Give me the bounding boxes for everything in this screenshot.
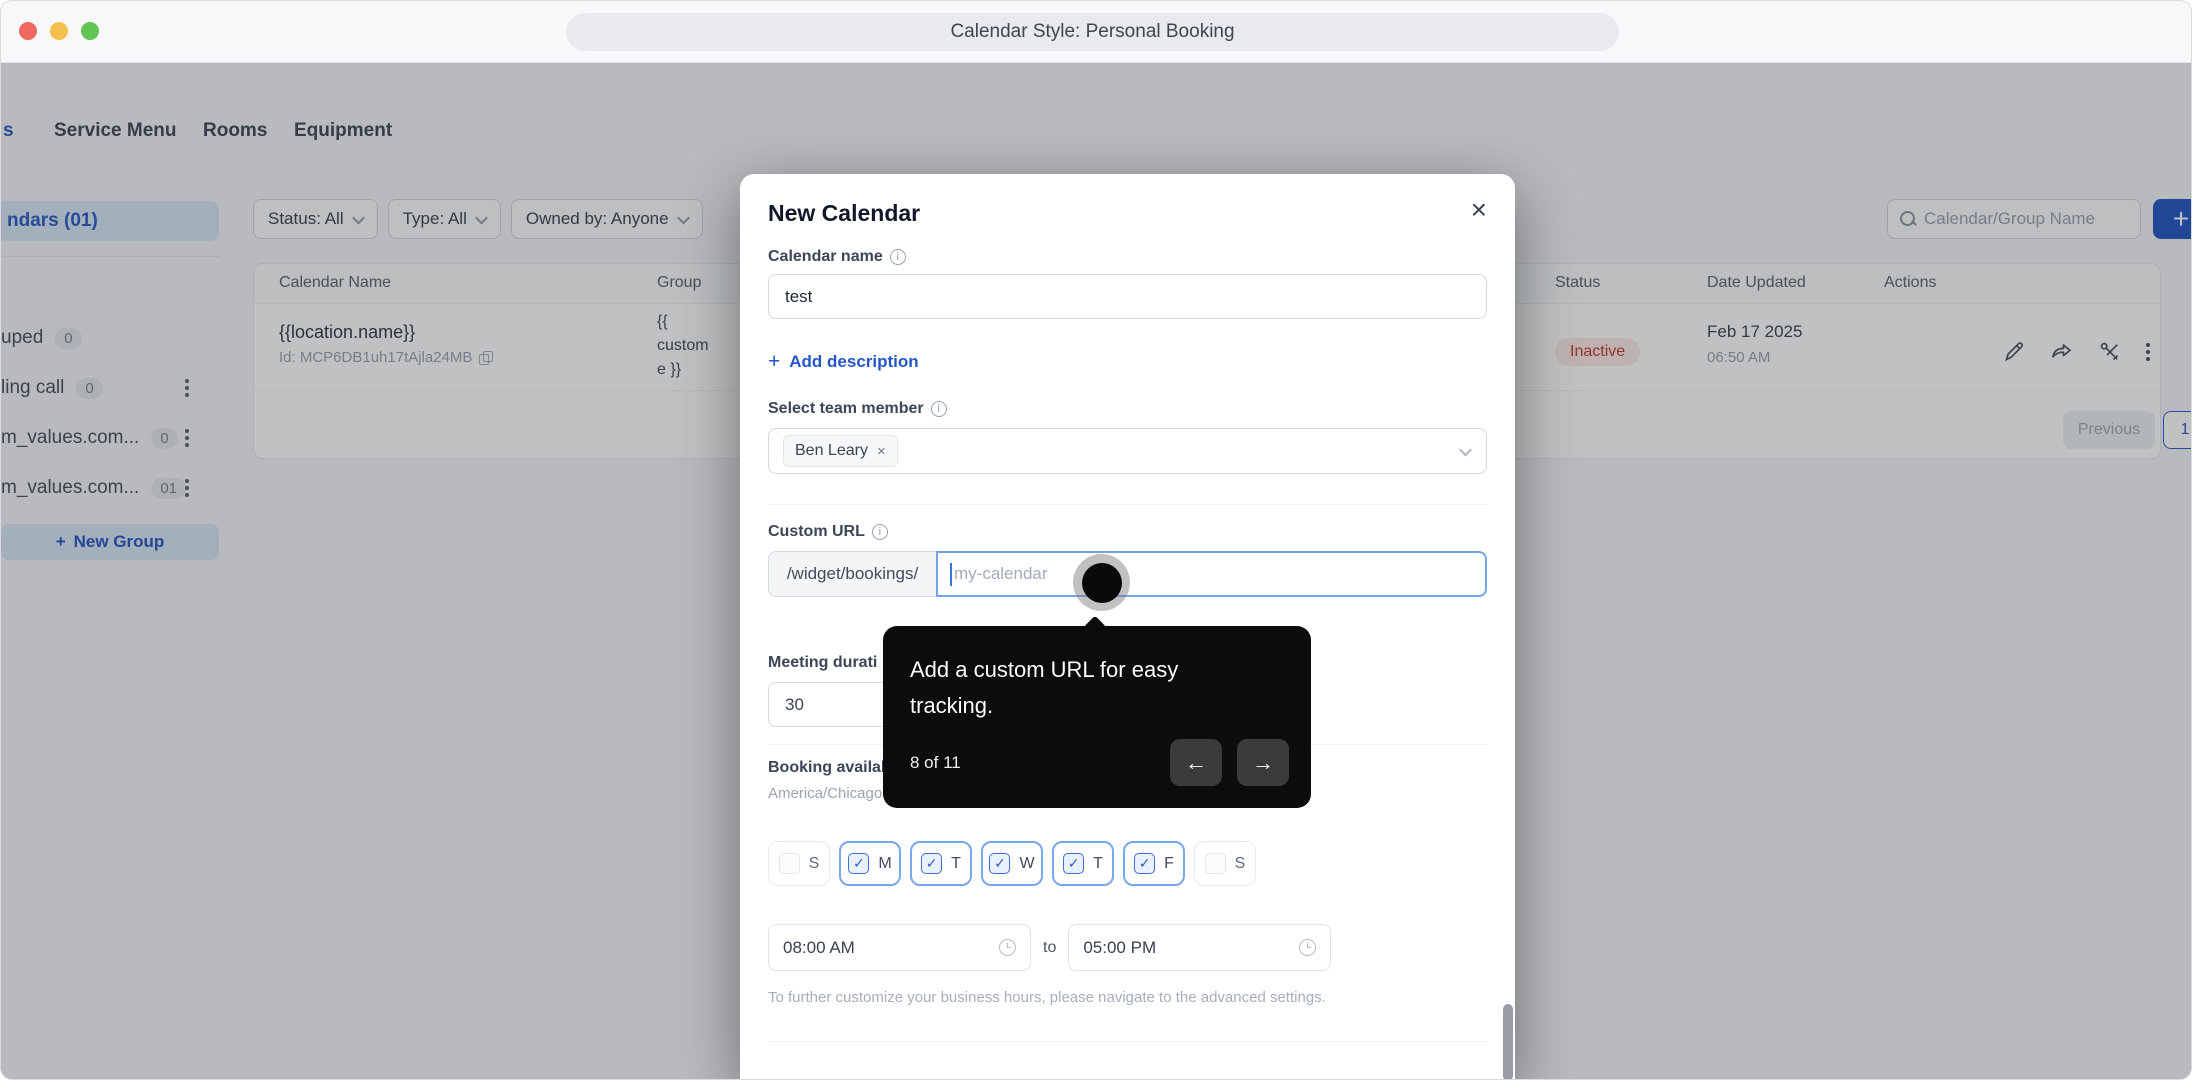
- day-checkbox-thursday[interactable]: ✓T: [1052, 841, 1114, 886]
- tour-text: Add a custom URL for easy tracking.: [910, 652, 1240, 724]
- day-checkbox-friday[interactable]: ✓F: [1123, 841, 1185, 886]
- start-time-input[interactable]: 08:00 AM: [768, 924, 1031, 971]
- maximize-window-button[interactable]: [81, 22, 99, 40]
- calendar-name-input[interactable]: [768, 274, 1487, 319]
- chevron-down-icon: [1459, 443, 1472, 456]
- tour-back-button[interactable]: ←: [1170, 739, 1222, 786]
- checkbox-icon: ✓: [779, 853, 800, 874]
- tour-tooltip: Add a custom URL for easy tracking. 8 of…: [883, 626, 1311, 808]
- end-time-input[interactable]: 05:00 PM: [1068, 924, 1331, 971]
- tour-next-button[interactable]: →: [1237, 739, 1289, 786]
- team-member-select[interactable]: Ben Leary ×: [768, 428, 1487, 474]
- info-icon: i: [872, 524, 888, 540]
- url-placeholder: my-calendar: [954, 564, 1048, 584]
- timezone-label: America/Chicago: [768, 785, 882, 802]
- clock-icon: [1299, 939, 1316, 956]
- minimize-window-button[interactable]: [50, 22, 68, 40]
- tour-beacon[interactable]: [1073, 554, 1130, 611]
- arrow-right-icon: →: [1252, 750, 1274, 776]
- plus-icon: +: [768, 350, 780, 374]
- app-window: Calendar Style: Personal Booking s Servi…: [0, 0, 2192, 1080]
- footer-divider: [768, 1041, 1487, 1042]
- tour-beacon-dot: [1082, 563, 1122, 603]
- info-icon: i: [931, 401, 947, 417]
- business-hours: 08:00 AM to 05:00 PM: [768, 924, 1331, 971]
- modal-title: New Calendar: [768, 200, 920, 227]
- custom-url-label: Custom URLi: [768, 523, 888, 541]
- weekday-selector: ✓S ✓M ✓T ✓W ✓T ✓F ✓S: [768, 841, 1256, 886]
- titlebar: Calendar Style: Personal Booking: [1, 1, 2191, 63]
- day-checkbox-monday[interactable]: ✓M: [839, 841, 901, 886]
- booking-availability-label: Booking availabi: [768, 759, 895, 777]
- tour-step-counter: 8 of 11: [910, 753, 961, 773]
- custom-url-input[interactable]: my-calendar: [936, 551, 1487, 597]
- close-window-button[interactable]: [19, 22, 37, 40]
- checkbox-checked-icon: ✓: [1134, 853, 1155, 874]
- modal-scrollbar-thumb[interactable]: [1503, 1004, 1513, 1080]
- day-checkbox-tuesday[interactable]: ✓T: [910, 841, 972, 886]
- team-member-chip: Ben Leary ×: [783, 435, 898, 467]
- day-checkbox-sunday[interactable]: ✓S: [768, 841, 830, 886]
- section-divider: [768, 504, 1487, 505]
- checkbox-icon: ✓: [1205, 853, 1226, 874]
- day-checkbox-wednesday[interactable]: ✓W: [981, 841, 1043, 886]
- window-controls: [19, 22, 99, 40]
- team-member-label: Select team memberi: [768, 400, 947, 418]
- add-description-button[interactable]: + Add description: [768, 350, 919, 374]
- checkbox-checked-icon: ✓: [989, 853, 1010, 874]
- advanced-settings-note: To further customize your business hours…: [768, 989, 1326, 1006]
- remove-chip-icon[interactable]: ×: [877, 443, 886, 460]
- info-icon: i: [890, 249, 906, 265]
- clock-icon: [999, 939, 1016, 956]
- arrow-left-icon: ←: [1185, 750, 1207, 776]
- checkbox-checked-icon: ✓: [848, 853, 869, 874]
- checkbox-checked-icon: ✓: [921, 853, 942, 874]
- close-icon[interactable]: ×: [1471, 196, 1487, 224]
- window-title: Calendar Style: Personal Booking: [566, 13, 1619, 51]
- text-cursor: [950, 563, 952, 586]
- meeting-duration-label: Meeting durati: [768, 654, 877, 672]
- url-prefix: /widget/bookings/: [768, 551, 936, 597]
- page-content: s Service Menu Rooms Equipment ndars (01…: [1, 63, 2192, 1080]
- checkbox-checked-icon: ✓: [1063, 853, 1084, 874]
- calendar-name-label: Calendar namei: [768, 248, 906, 266]
- day-checkbox-saturday[interactable]: ✓S: [1194, 841, 1256, 886]
- to-label: to: [1040, 939, 1059, 957]
